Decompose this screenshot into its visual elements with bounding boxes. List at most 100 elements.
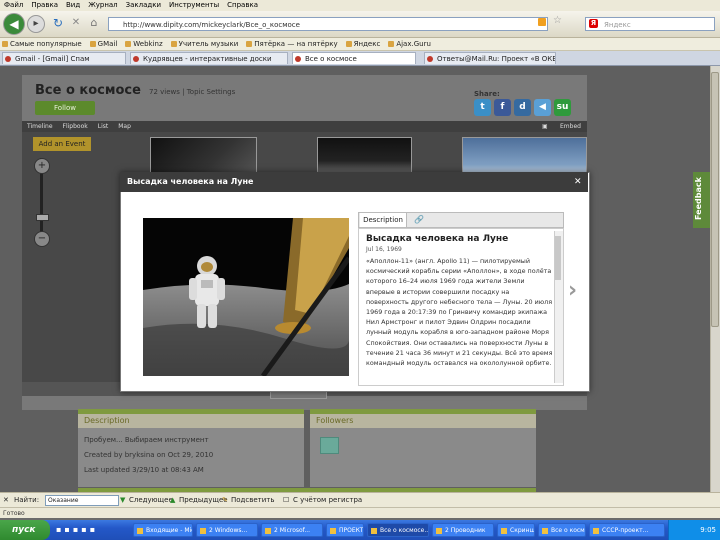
status-bar: Готово xyxy=(0,507,720,518)
find-label: Найти: xyxy=(14,496,40,504)
find-next-button[interactable]: Следующее xyxy=(129,493,173,507)
find-input[interactable]: Оказание xyxy=(45,495,119,506)
menu-help[interactable]: Справка xyxy=(223,0,262,11)
tab-bar: Gmail - [Gmail] Спам Кудрявцев - интерак… xyxy=(0,51,720,66)
menu-view[interactable]: Вид xyxy=(62,0,84,11)
bookmark-item[interactable]: Webkinz xyxy=(123,38,168,50)
add-event-button[interactable]: Add an Event xyxy=(33,137,91,151)
taskbar-item[interactable]: Скриншот xyxy=(497,523,535,537)
stop-icon[interactable]: ✕ xyxy=(68,15,84,31)
zoom-out-icon[interactable]: − xyxy=(34,231,50,247)
rss-icon[interactable] xyxy=(538,18,546,26)
description-heading: Description xyxy=(78,414,304,428)
follower-avatar[interactable] xyxy=(320,437,339,454)
view-tabs: Timeline Flipbook List Map ▣ Embed xyxy=(22,121,587,132)
menu-bar: Файл Правка Вид Журнал Закладки Инструменты Сп… xyxy=(0,0,720,11)
digg-icon[interactable]: d xyxy=(514,99,531,116)
yandex-icon: Я xyxy=(589,19,598,28)
page-scrollbar-thumb[interactable] xyxy=(711,72,719,327)
home-icon[interactable]: ⌂ xyxy=(86,15,102,31)
taskbar-item[interactable]: Все о космосе... xyxy=(538,523,586,537)
tab-flipbook[interactable]: Flipbook xyxy=(58,121,93,132)
start-button[interactable]: пуск xyxy=(0,520,50,540)
taskbar-item[interactable]: ПРОЕКТ... xyxy=(326,523,364,537)
taskbar-item[interactable]: 2 Windows... xyxy=(196,523,258,537)
browser-tab-active[interactable]: Все о космосе xyxy=(292,52,416,64)
event-thumbnail[interactable] xyxy=(462,137,587,177)
zoom-in-icon[interactable]: + xyxy=(34,158,50,174)
zoom-slider-handle[interactable] xyxy=(36,214,49,221)
reload-icon[interactable]: ↻ xyxy=(50,15,66,31)
created-by-text: Created by bryksina on Oct 29, 2010 xyxy=(84,451,214,459)
bookmark-item[interactable]: Пятёрка — на пятёрку xyxy=(244,38,343,50)
url-bar[interactable]: http://www.dipity.com/mickeyclark/Все_о_… xyxy=(108,17,548,31)
delicious-icon[interactable]: ◀ xyxy=(534,99,551,116)
match-case-label[interactable]: С учётом регистра xyxy=(293,493,362,507)
event-title: Высадка человека на Луне xyxy=(366,234,509,244)
browser-tab[interactable]: Ответы@Mail.Ru: Проект «В ОКЕАНЕ» xyxy=(424,52,556,64)
facebook-icon[interactable]: f xyxy=(494,99,511,116)
bookmarks-toolbar: Самые популярные GMail Webkinz Учитель музы… xyxy=(0,38,720,51)
find-previous-icon[interactable]: ▲ xyxy=(170,493,175,507)
taskbar-item-active[interactable]: Все о космосе... xyxy=(367,523,429,537)
highlight-button[interactable]: Подсветить xyxy=(231,493,275,507)
browser-tab[interactable]: Gmail - [Gmail] Спам xyxy=(2,52,126,64)
find-close-icon[interactable]: ✕ xyxy=(3,493,9,507)
tab-list[interactable]: List xyxy=(93,121,114,132)
forward-button[interactable]: ▸ xyxy=(27,15,45,33)
followers-panel: Followers xyxy=(310,409,536,487)
tab-description[interactable]: Description xyxy=(360,213,407,227)
taskbar-item[interactable]: Входящие - Mic... xyxy=(133,523,193,537)
search-input[interactable]: Яндекс xyxy=(585,17,715,31)
system-tray-clock[interactable]: 9:05 xyxy=(668,520,720,540)
link-icon[interactable]: 🔗 xyxy=(409,213,429,227)
highlight-icon[interactable]: ✎ xyxy=(222,493,228,507)
match-case-checkbox[interactable]: ☐ xyxy=(283,493,289,507)
feedback-label: Feedback xyxy=(693,177,703,220)
event-thumbnail[interactable] xyxy=(317,137,412,177)
bookmark-item[interactable]: GMail xyxy=(88,38,124,50)
last-updated-text: Last updated 3/29/10 at 08:43 AM xyxy=(84,466,204,474)
navigation-toolbar: ◀ ▸ ↻ ✕ ⌂ http://www.dipity.com/mickeycl… xyxy=(0,11,720,38)
taskbar-item[interactable]: 2 Microsof... xyxy=(261,523,323,537)
page-title: Все о космосе xyxy=(35,83,141,98)
browser-tab[interactable]: Кудрявцев - интерактивные доски xyxy=(130,52,288,64)
bookmark-star-icon[interactable]: ☆ xyxy=(553,15,562,26)
modal-title: Высадка человека на Луне xyxy=(120,172,588,192)
event-description: «Аполлон-11» (англ. Apollo 11) — пилотир… xyxy=(366,257,553,368)
menu-history[interactable]: Журнал xyxy=(84,0,121,11)
menu-file[interactable]: Файл xyxy=(0,0,27,11)
topic-views[interactable]: 72 views | Topic Settings xyxy=(149,88,235,96)
bookmark-item[interactable]: Ajax.Guru xyxy=(386,38,437,50)
tab-map[interactable]: Map xyxy=(113,121,136,132)
close-icon[interactable]: ✕ xyxy=(574,177,582,187)
description-text: Пробуем... Выбираем инструмент xyxy=(84,436,209,444)
find-previous-button[interactable]: Предыдущее xyxy=(179,493,228,507)
menu-edit[interactable]: Правка xyxy=(27,0,62,11)
quick-launch-icons[interactable]: ▪▪▪▪▪ xyxy=(56,525,126,535)
share-label: Share: xyxy=(474,90,500,98)
follow-button[interactable]: Follow xyxy=(35,101,95,115)
menu-bookmarks[interactable]: Закладки xyxy=(122,0,165,11)
event-thumbnail[interactable] xyxy=(150,137,257,177)
next-arrow-icon[interactable]: › xyxy=(568,278,577,303)
fullscreen-icon[interactable]: ▣ xyxy=(537,121,553,132)
twitter-icon[interactable]: t xyxy=(474,99,491,116)
bookmark-item[interactable]: Яндекс xyxy=(344,38,387,50)
bookmark-item[interactable]: Учитель музыки xyxy=(169,38,245,50)
event-date: Jul 16, 1969 xyxy=(366,246,402,253)
followers-heading: Followers xyxy=(310,414,536,428)
feedback-tab[interactable]: Feedback xyxy=(693,172,710,228)
bookmark-item[interactable]: Самые популярные xyxy=(0,38,88,50)
embed-link[interactable]: Embed xyxy=(555,121,586,132)
description-scrollbar-thumb[interactable] xyxy=(555,236,561,280)
find-next-icon[interactable]: ▼ xyxy=(120,493,125,507)
stumbleupon-icon[interactable]: su xyxy=(554,99,571,116)
tab-timeline[interactable]: Timeline xyxy=(22,121,58,132)
menu-tools[interactable]: Инструменты xyxy=(165,0,223,11)
timeline-range-handle[interactable] xyxy=(270,391,327,399)
taskbar-item[interactable]: СССР-проект... xyxy=(589,523,665,537)
description-panel: Description Пробуем... Выбираем инструме… xyxy=(78,409,304,487)
back-button[interactable]: ◀ xyxy=(3,13,25,35)
taskbar-item[interactable]: 2 Проводник xyxy=(432,523,494,537)
